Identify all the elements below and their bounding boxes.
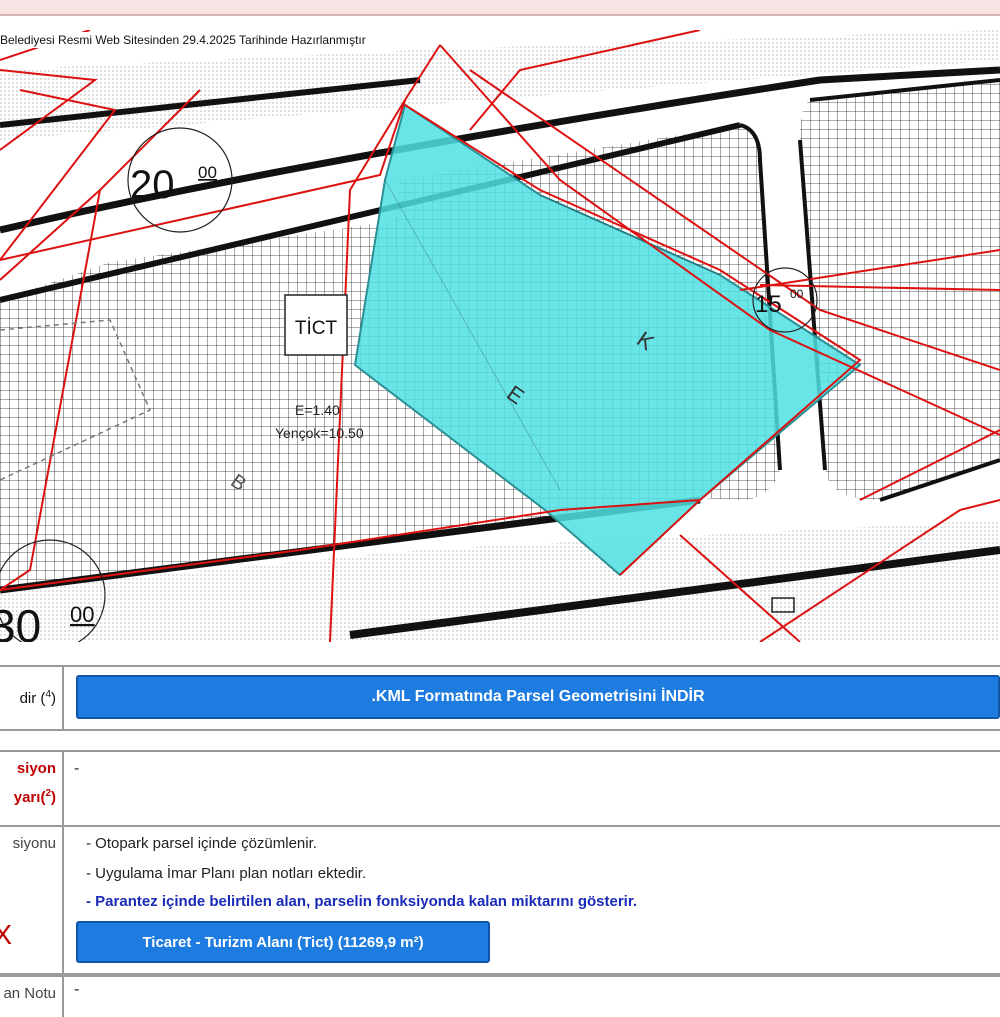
row3-label-cell: siyonu X: [0, 827, 64, 973]
row4-label: an Notu: [3, 985, 56, 1002]
row2-label-cell: siyon yarı(2): [0, 752, 64, 826]
info-row-2: siyon yarı(2) -: [0, 750, 1000, 828]
note-area-explanation: - Parantez içinde belirtilen alan, parse…: [86, 893, 638, 910]
zoning-map[interactable]: TİCT E=1.40 Yençok=10.50 20 00 15 00 30 …: [0, 30, 1000, 642]
row2-value: -: [74, 760, 80, 777]
row3-label: siyonu: [12, 835, 56, 852]
road-width-3: 30: [0, 600, 41, 642]
row4-label-cell: an Notu: [0, 977, 64, 1017]
yencok-text: Yençok=10.50: [275, 425, 364, 441]
kml-download-button[interactable]: .KML Formatında Parsel Geometrisini İNDİ…: [76, 675, 1000, 719]
road-width-1: 20: [130, 163, 175, 207]
function-area-button[interactable]: Ticaret - Turizm Alanı (Tict) (11269,9 m…: [76, 921, 490, 963]
road-width-3-sup: 00: [70, 602, 94, 627]
zone-code-text: TİCT: [295, 318, 338, 339]
note-parking: - Otopark parsel içinde çözümlenir.: [86, 835, 317, 852]
browser-top-strip: [0, 0, 1000, 16]
row2-label-line1: siyon: [16, 760, 56, 777]
info-row-4: an Notu -: [0, 975, 1000, 1017]
row4-value-cell: -: [68, 977, 1000, 1017]
row2-label-line2: yarı(2): [13, 788, 56, 806]
road-width-2-sup: 00: [790, 287, 804, 301]
row3-mark: X: [0, 919, 12, 951]
road-width-2: 15: [755, 291, 782, 318]
row4-value: -: [74, 981, 80, 998]
map-source-header: Belediyesi Resmi Web Sitesinden 29.4.202…: [0, 32, 372, 48]
road-width-1-sup: 00: [198, 163, 217, 182]
plan-notes-row: siyonu X - Otopark parsel içinde çözümle…: [0, 825, 1000, 975]
parcel-info-panel: dir (4) .KML Formatında Parsel Geometris…: [0, 655, 1000, 1017]
kml-row-label-cell: dir (4): [0, 667, 64, 729]
emsal-text: E=1.40: [295, 402, 340, 418]
row2-value-cell: -: [68, 752, 1000, 826]
kml-download-row: dir (4) .KML Formatında Parsel Geometris…: [0, 665, 1000, 731]
note-plan: - Uygulama İmar Planı plan notları ekted…: [86, 865, 367, 882]
kml-row-label: dir (4): [19, 689, 56, 707]
row3-value-cell: - Otopark parsel içinde çözümlenir. - Uy…: [68, 827, 1000, 973]
zoning-map-canvas: TİCT E=1.40 Yençok=10.50 20 00 15 00 30 …: [0, 30, 1000, 642]
